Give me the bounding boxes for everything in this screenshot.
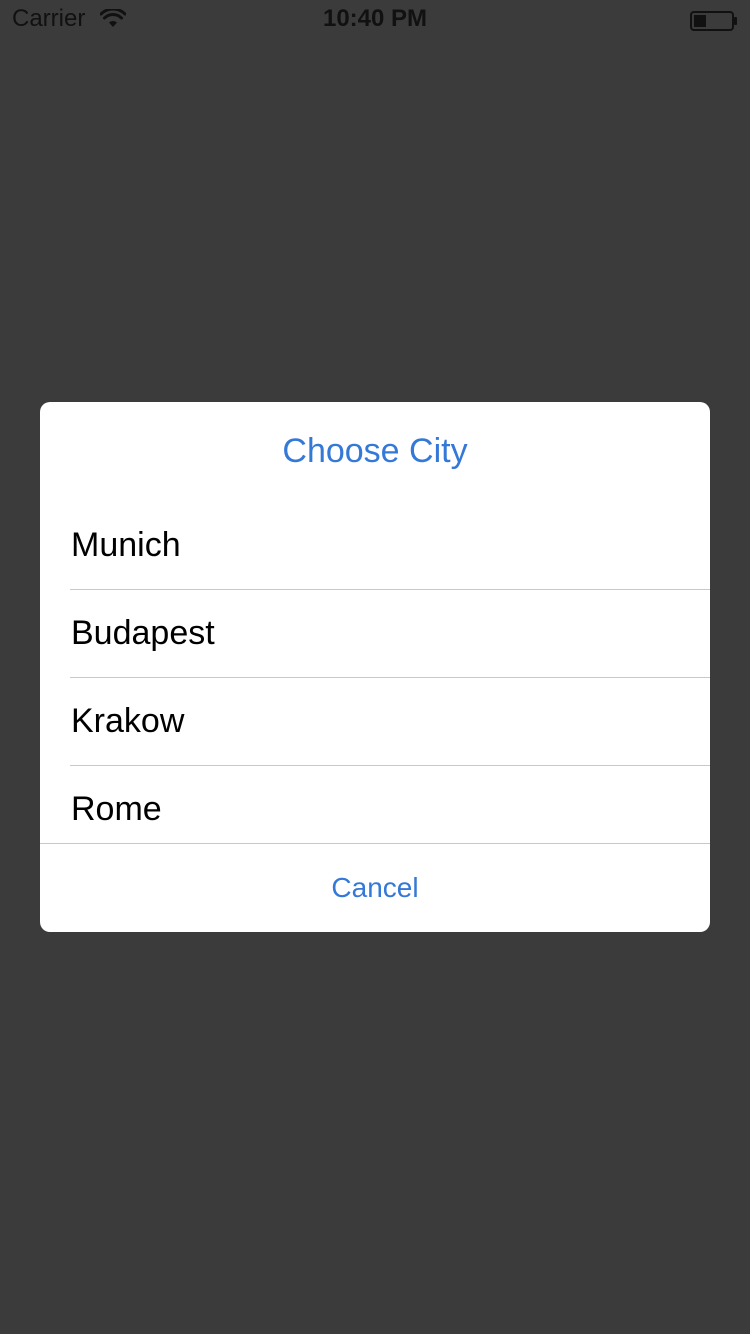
dialog-title: Choose City (282, 432, 468, 470)
status-time: 10:40 PM (322, 5, 428, 32)
city-option-label: Rome (71, 790, 162, 828)
screen: Carrier 10:40 PM Choose City Munich Buda (0, 0, 750, 1334)
city-option-label: Budapest (71, 614, 215, 652)
city-option-label: Krakow (71, 702, 185, 740)
status-bar: Carrier 10:40 PM (0, 0, 750, 40)
cancel-button[interactable]: Cancel (40, 844, 710, 932)
city-option-rome[interactable]: Rome (70, 766, 710, 843)
city-option-budapest[interactable]: Budapest (70, 590, 710, 678)
battery-icon (690, 11, 738, 31)
city-option-munich[interactable]: Munich (70, 502, 710, 590)
city-option-label: Munich (71, 526, 181, 564)
choose-city-dialog: Choose City Munich Budapest Krakow Rome … (40, 402, 710, 932)
city-option-krakow[interactable]: Krakow (70, 678, 710, 766)
city-list[interactable]: Munich Budapest Krakow Rome (40, 502, 710, 843)
